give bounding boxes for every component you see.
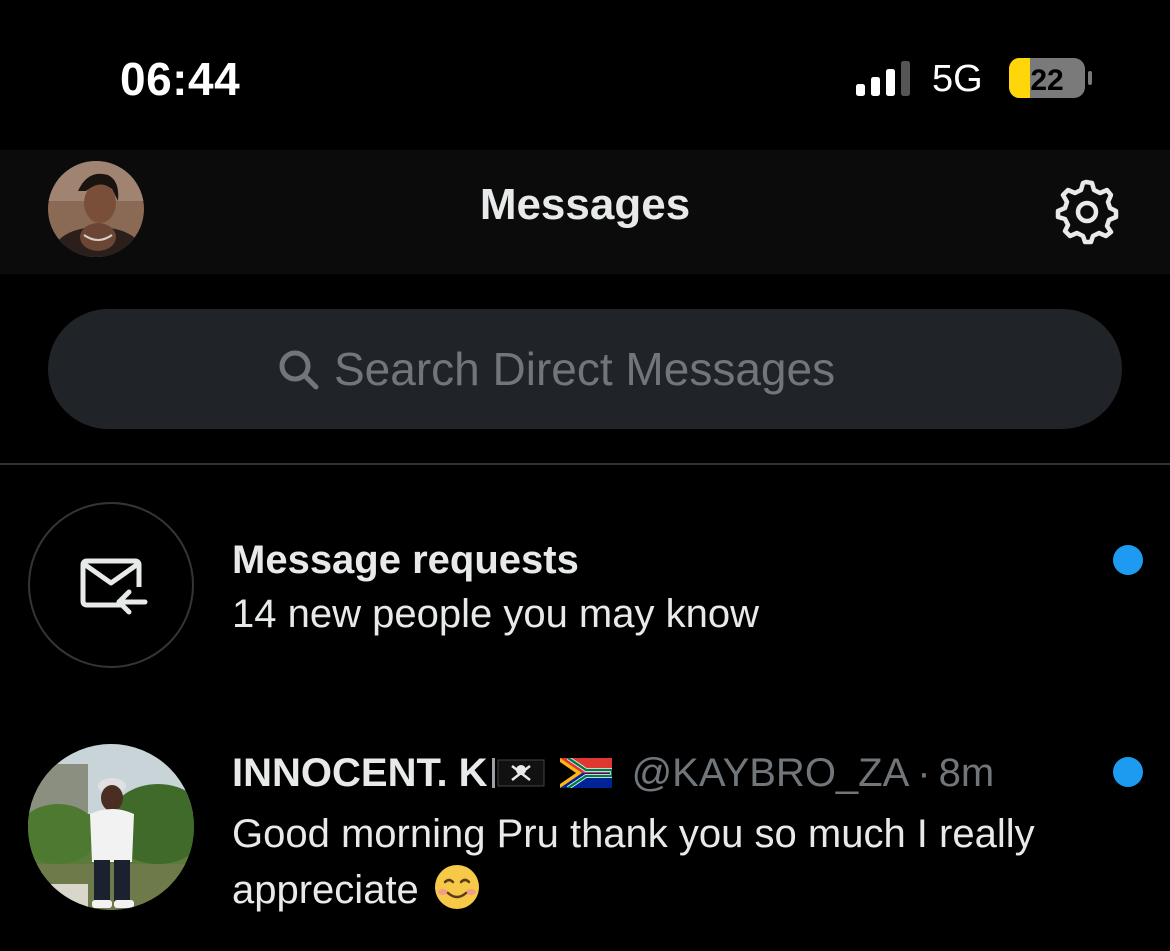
top-app-bar: Messages: [0, 150, 1170, 274]
avatar-image: [28, 744, 194, 910]
message-requests-title: Message requests: [232, 538, 579, 582]
search-icon: [279, 350, 319, 390]
unread-dot: [1113, 545, 1143, 575]
search-input[interactable]: [334, 342, 894, 396]
conversation-time: 8m: [938, 750, 995, 795]
conversation-handle: @KAYBRO_ZA: [631, 750, 910, 795]
envelope-arrow-icon: [80, 558, 148, 615]
search-bar[interactable]: [48, 309, 1122, 429]
conversation-avatar[interactable]: [28, 744, 194, 910]
unread-dot: [1113, 757, 1143, 787]
gear-icon[interactable]: [1050, 176, 1122, 248]
battery-level: 22: [1030, 64, 1063, 97]
conversation-name: INNOCENT. K: [232, 750, 488, 795]
status-bar: 06:44 5G 22: [0, 0, 1170, 150]
conversation-header: INNOCENT. K @KAYBRO_ZA · 8m: [232, 748, 994, 798]
south-africa-flag-icon: [559, 758, 612, 788]
status-time: 06:44: [120, 53, 241, 105]
divider: [0, 463, 1170, 465]
message-requests-icon-circle: [28, 502, 194, 668]
pirate-flag-icon: [491, 758, 545, 788]
battery-icon: 22: [1009, 58, 1092, 98]
cellular-signal-icon: [856, 61, 910, 96]
network-type: 5G: [932, 58, 983, 100]
smiling-face-icon: [434, 865, 479, 909]
separator-dot: ·: [917, 750, 931, 795]
page-title: Messages: [479, 180, 691, 229]
conversation-message: Good morning Pru thank you so much I rea…: [232, 812, 1035, 912]
message-requests-subtitle: 14 new people you may know: [232, 592, 759, 636]
conversation-preview: Good morning Pru thank you so much I rea…: [232, 806, 1092, 918]
